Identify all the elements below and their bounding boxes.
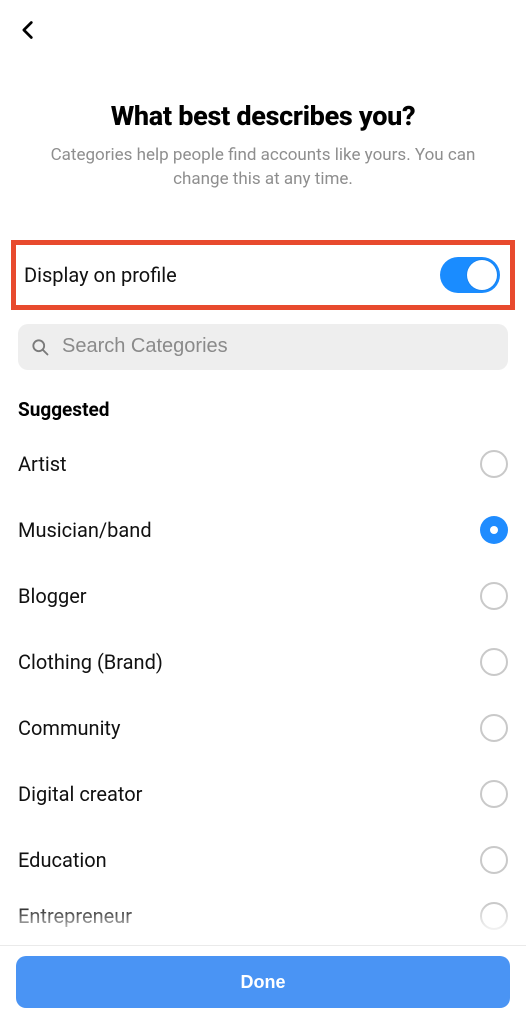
display-on-profile-label: Display on profile — [24, 263, 177, 287]
radio-unselected-icon — [480, 450, 508, 478]
search-icon — [30, 337, 50, 357]
radio-unselected-icon — [480, 780, 508, 808]
radio-unselected-icon — [480, 648, 508, 676]
search-input[interactable] — [60, 334, 496, 359]
footer-bar: Done — [0, 945, 526, 1024]
category-label: Digital creator — [18, 782, 142, 806]
search-field[interactable] — [18, 324, 508, 370]
category-label: Artist — [18, 452, 67, 476]
category-row-artist[interactable]: Artist — [18, 431, 508, 497]
display-on-profile-row: Display on profile — [11, 240, 515, 310]
category-label: Community — [18, 716, 120, 740]
category-label: Blogger — [18, 584, 87, 608]
display-on-profile-toggle[interactable] — [440, 257, 500, 293]
radio-selected-icon — [480, 516, 508, 544]
category-row-blogger[interactable]: Blogger — [18, 563, 508, 629]
category-row-musician-band[interactable]: Musician/band — [18, 497, 508, 563]
page-subtitle: Categories help people find accounts lik… — [32, 144, 494, 192]
category-label: Clothing (Brand) — [18, 650, 163, 674]
category-row-digital-creator[interactable]: Digital creator — [18, 761, 508, 827]
category-row-clothing-brand[interactable]: Clothing (Brand) — [18, 629, 508, 695]
suggested-heading: Suggested — [18, 398, 508, 421]
category-label: Education — [18, 848, 107, 872]
category-label: Musician/band — [18, 518, 152, 542]
done-button[interactable]: Done — [16, 956, 510, 1008]
category-row-entrepreneur[interactable]: Entrepreneur — [18, 893, 508, 939]
toggle-knob — [467, 260, 497, 290]
back-button[interactable] — [12, 14, 44, 46]
radio-unselected-icon — [480, 582, 508, 610]
page-title: What best describes you? — [0, 0, 526, 132]
radio-unselected-icon — [480, 846, 508, 874]
category-row-community[interactable]: Community — [18, 695, 508, 761]
category-list: Artist Musician/band Blogger Clothing (B… — [18, 431, 508, 939]
radio-unselected-icon — [480, 902, 508, 930]
radio-unselected-icon — [480, 714, 508, 742]
category-row-education[interactable]: Education — [18, 827, 508, 893]
chevron-left-icon — [18, 20, 38, 40]
category-label: Entrepreneur — [18, 904, 132, 928]
